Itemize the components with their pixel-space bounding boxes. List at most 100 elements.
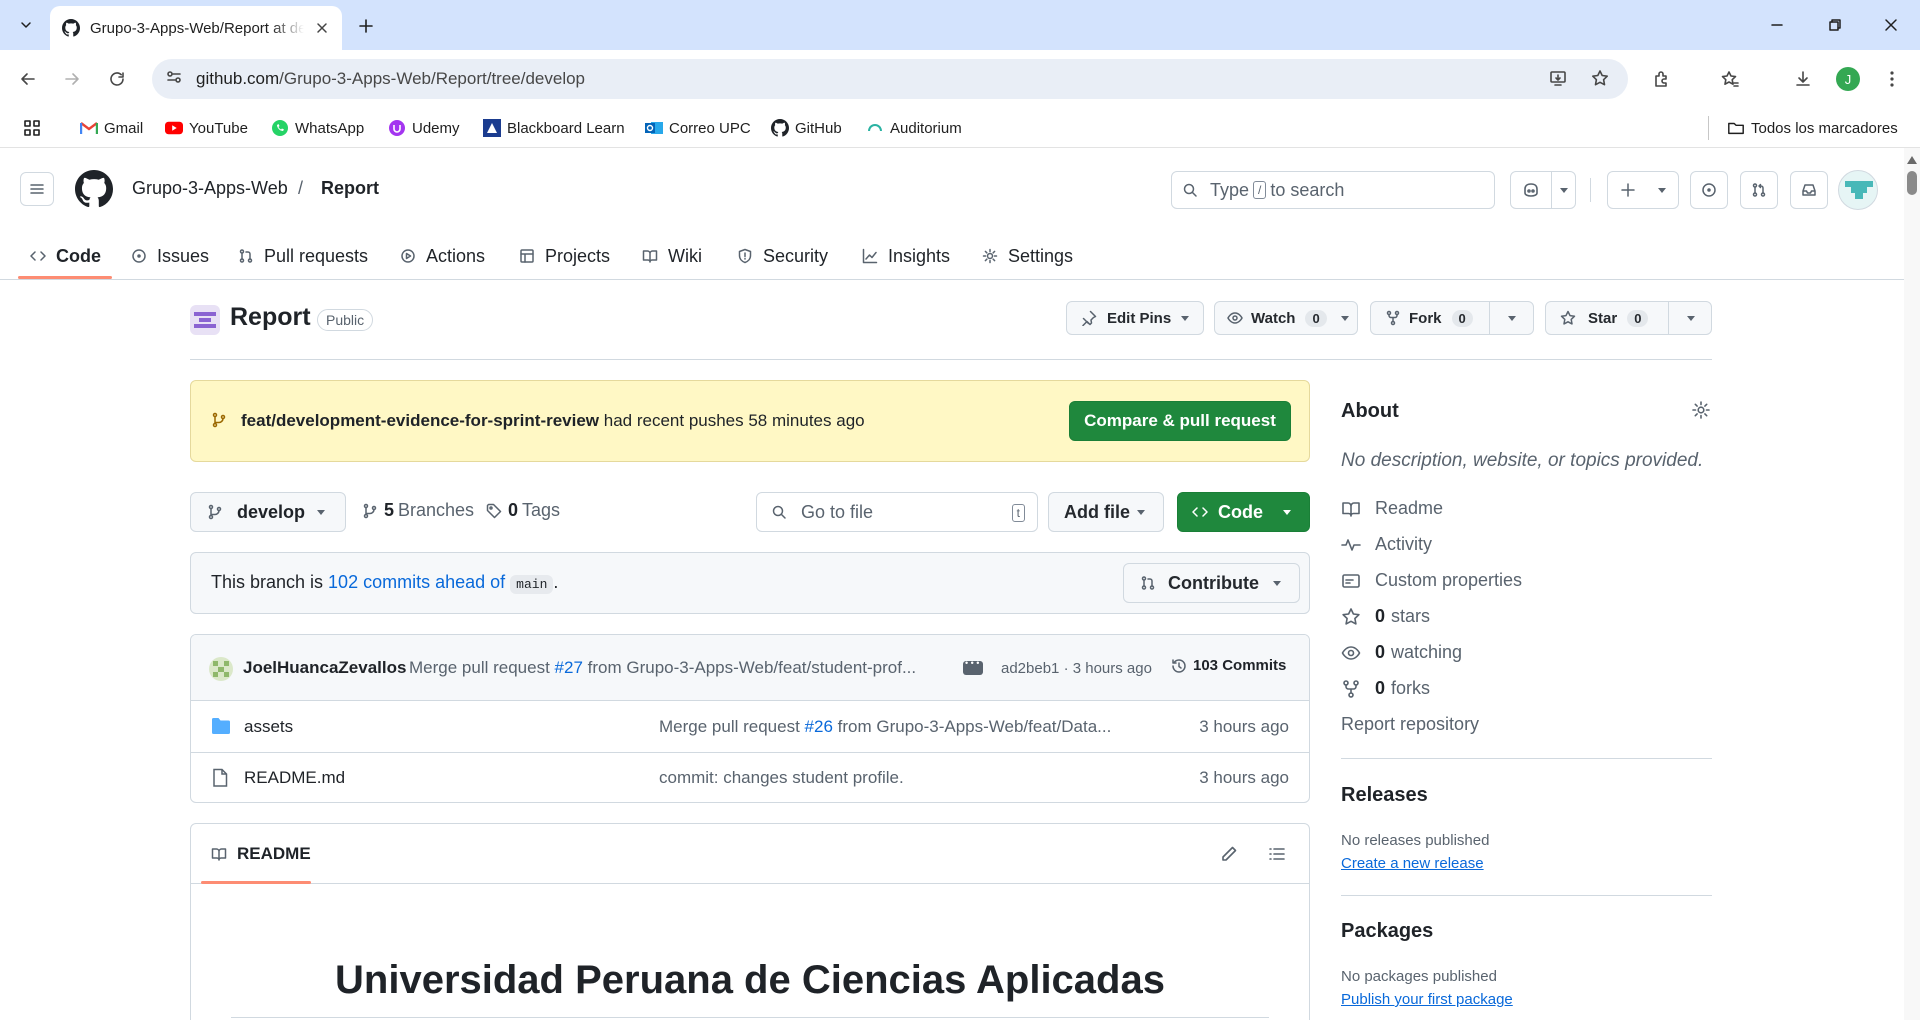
site-info-icon[interactable] [164, 67, 184, 87]
search-input[interactable]: Type / to search [1171, 171, 1495, 209]
forward-button[interactable] [56, 63, 88, 95]
file-name[interactable]: assets [244, 717, 293, 737]
create-release-link[interactable]: Create a new release [1341, 855, 1484, 872]
star-button[interactable]: Star 0 [1545, 301, 1712, 335]
file-commit-pr-link[interactable]: #26 [805, 717, 833, 736]
branches-link[interactable]: 5 Branches [362, 500, 474, 521]
commit-author[interactable]: JoelHuancaZevallos [243, 658, 406, 678]
commit-hash-time[interactable]: ad2beb1 · 3 hours ago [1001, 660, 1152, 677]
user-avatar[interactable] [1838, 170, 1878, 210]
github-logo-icon[interactable] [75, 170, 113, 208]
reload-button[interactable] [101, 63, 133, 95]
star-label: Star [1588, 309, 1618, 327]
file-commit-message[interactable]: Merge pull request #26 from Grupo-3-Apps… [659, 717, 1111, 737]
create-new-button[interactable] [1607, 171, 1679, 209]
copilot-button[interactable] [1510, 171, 1576, 209]
report-repository-link[interactable]: Report repository [1341, 714, 1479, 735]
breadcrumb-repo[interactable]: Report [321, 178, 379, 199]
expand-commit-message-button[interactable] [963, 658, 983, 675]
edit-readme-button[interactable] [1219, 844, 1239, 864]
releases-heading[interactable]: Releases [1341, 784, 1428, 807]
tags-link[interactable]: 0 Tags [486, 500, 560, 521]
file-row-readme[interactable]: README.md commit: changes student profil… [191, 753, 1309, 802]
bookmark-udemy[interactable]: Udemy [388, 116, 460, 140]
commits-history-link[interactable]: 103 Commits [1171, 657, 1286, 674]
star-dropdown[interactable] [1668, 302, 1712, 334]
file-row-assets[interactable]: assets Merge pull request #26 from Grupo… [191, 702, 1309, 753]
restore-button[interactable] [1806, 0, 1864, 50]
bookmark-star-icon[interactable] [1590, 68, 1610, 88]
apps-button[interactable] [22, 116, 42, 140]
bookmark-auditorium[interactable]: Auditorium [866, 116, 962, 140]
breadcrumb-owner[interactable]: Grupo-3-Apps-Web [132, 178, 288, 199]
tab-pull-requests[interactable]: Pull requests [238, 232, 368, 280]
compare-pull-request-button[interactable]: Compare & pull request [1069, 401, 1291, 441]
bookmark-gmail[interactable]: Gmail [80, 116, 143, 140]
tab-issues[interactable]: Issues [131, 232, 209, 280]
copilot-dropdown[interactable] [1551, 172, 1575, 208]
back-button[interactable] [12, 63, 44, 95]
tab-security[interactable]: Security [737, 232, 828, 280]
readme-outline-button[interactable] [1267, 844, 1287, 864]
bookmark-github[interactable]: GitHub [771, 116, 842, 140]
sidebar-item-activity[interactable]: Activity [1341, 534, 1432, 555]
sidebar-item-forks[interactable]: 0 forks [1341, 678, 1430, 699]
favorites-button[interactable] [1714, 63, 1746, 95]
downloads-button[interactable] [1787, 63, 1819, 95]
install-app-icon[interactable] [1548, 68, 1568, 88]
about-settings-button[interactable] [1691, 400, 1711, 420]
banner-branch[interactable]: feat/development-evidence-for-sprint-rev… [241, 411, 599, 430]
minimize-button[interactable] [1748, 0, 1806, 50]
inbox-button[interactable] [1790, 171, 1828, 209]
file-commit-message[interactable]: commit: changes student profile. [659, 768, 904, 788]
sidebar-item-custom-properties[interactable]: Custom properties [1341, 570, 1522, 591]
branch-selector[interactable]: develop [190, 492, 346, 532]
commit-author-avatar[interactable] [209, 657, 233, 681]
bookmark-youtube[interactable]: YouTube [165, 116, 248, 140]
issues-button[interactable] [1690, 171, 1728, 209]
profile-avatar[interactable]: J [1836, 67, 1860, 91]
file-name[interactable]: README.md [244, 768, 345, 788]
go-to-file-input[interactable]: Go to file t [756, 492, 1038, 532]
contribute-button[interactable]: Contribute [1123, 563, 1300, 603]
global-menu-button[interactable] [20, 172, 54, 206]
tab-settings[interactable]: Settings [982, 232, 1073, 280]
publish-package-link[interactable]: Publish your first package [1341, 991, 1513, 1008]
bookmark-blackboard[interactable]: Blackboard Learn [483, 116, 625, 140]
readme-tab[interactable]: README [211, 844, 311, 864]
fork-dropdown[interactable] [1489, 302, 1533, 334]
scroll-up-arrow[interactable] [1907, 156, 1917, 164]
bookmark-whatsapp[interactable]: WhatsApp [271, 116, 364, 140]
repo-name[interactable]: Report [230, 303, 311, 332]
fork-button[interactable]: Fork 0 [1370, 301, 1534, 335]
commits-ahead-link[interactable]: 102 commits ahead of [328, 572, 505, 592]
tab-projects[interactable]: Projects [519, 232, 610, 280]
tab-insights[interactable]: Insights [862, 232, 950, 280]
page-scrollbar[interactable] [1904, 148, 1920, 1020]
pull-requests-button[interactable] [1740, 171, 1778, 209]
watch-button[interactable]: Watch 0 [1214, 301, 1358, 335]
commit-message[interactable]: Merge pull request #27 from Grupo-3-Apps… [409, 658, 916, 678]
tab-close-button[interactable] [314, 20, 330, 36]
all-bookmarks-button[interactable]: Todos los marcadores [1708, 116, 1898, 140]
code-button[interactable]: Code [1177, 492, 1310, 532]
browser-tab-active[interactable]: Grupo-3-Apps-Web/Report at develop [50, 6, 342, 50]
edit-pins-button[interactable]: Edit Pins [1066, 301, 1204, 335]
address-bar[interactable]: github.com/Grupo-3-Apps-Web/Report/tree/… [152, 59, 1628, 99]
extensions-button[interactable] [1646, 63, 1678, 95]
packages-heading[interactable]: Packages [1341, 920, 1433, 943]
sidebar-item-readme[interactable]: Readme [1341, 498, 1443, 519]
close-window-button[interactable] [1862, 0, 1920, 50]
add-file-button[interactable]: Add file [1048, 492, 1164, 532]
tab-wiki[interactable]: Wiki [642, 232, 702, 280]
tab-actions[interactable]: Actions [400, 232, 485, 280]
browser-menu-button[interactable] [1876, 63, 1908, 95]
sidebar-item-stars[interactable]: 0 stars [1341, 606, 1430, 627]
commit-pr-link[interactable]: #27 [555, 658, 583, 677]
new-tab-button[interactable] [350, 10, 382, 42]
tab-code[interactable]: Code [30, 232, 101, 280]
bookmark-correo-upc[interactable]: Correo UPC [645, 116, 751, 140]
scrollbar-thumb[interactable] [1907, 171, 1917, 195]
tab-search-button[interactable] [10, 9, 42, 41]
sidebar-item-watching[interactable]: 0 watching [1341, 642, 1462, 663]
